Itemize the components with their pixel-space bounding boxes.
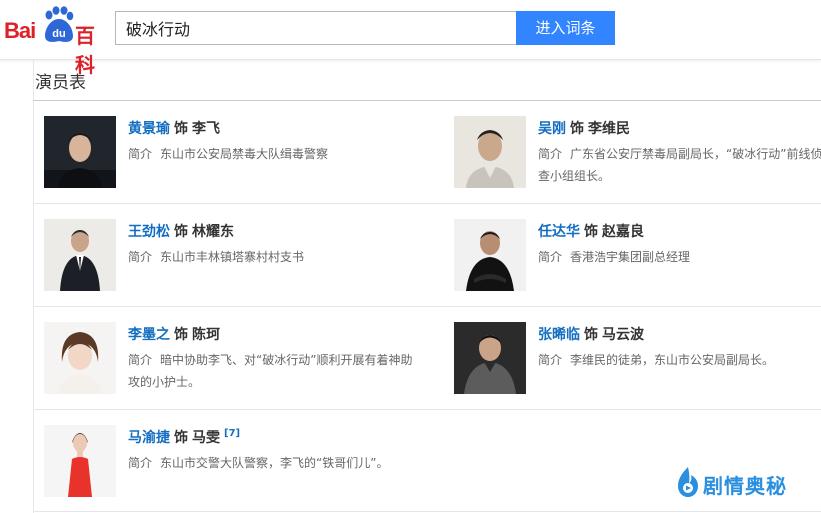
- actor-photo[interactable]: [44, 322, 116, 394]
- actor-card: 黄景瑜饰李飞 简介 东山市公安局禁毒大队缉毒警察: [44, 116, 414, 196]
- role-name: 赵嘉良: [602, 224, 644, 240]
- actor-card: 李墨之饰陈珂 简介 暗中协助李飞、对“破冰行动”顺利开展有着神助攻的小护士。: [44, 322, 414, 402]
- actor-card: 王劲松饰林耀东 简介 东山市丰林镇塔寨村村支书: [44, 219, 414, 299]
- row-divider: [33, 409, 821, 410]
- reference-link[interactable]: [7]: [224, 428, 240, 439]
- actor-description: 简介 东山市交警大队警察，李飞的“铁哥们儿”。: [128, 452, 418, 474]
- actor-description: 简介 李维民的徒弟，东山市公安局副局长。: [538, 349, 821, 371]
- actor-card: 马渝捷饰马雯 [7] 简介 东山市交警大队警察，李飞的“铁哥们儿”。: [44, 425, 414, 505]
- top-header: Bai du 百科 进入词条: [0, 0, 821, 77]
- watermark-text: 剧情奥秘: [703, 474, 787, 498]
- desc-text: 广东省公安厅禁毒局副局长，“破冰行动”前线侦查小组组长。: [538, 147, 821, 183]
- actor-name-line: 吴刚饰李维民: [538, 118, 630, 138]
- desc-label: 简介: [128, 147, 153, 161]
- section-divider: [33, 100, 821, 101]
- actor-photo[interactable]: [454, 116, 526, 188]
- desc-label: 简介: [128, 250, 153, 264]
- actor-description: 简介 广东省公安厅禁毒局副局长，“破冰行动”前线侦查小组组长。: [538, 143, 821, 187]
- desc-text: 东山市交警大队警察，李飞的“铁哥们儿”。: [160, 456, 389, 470]
- actor-name-line: 黄景瑜饰李飞: [128, 118, 220, 138]
- logo-bai-text: Bai: [4, 18, 36, 43]
- baidu-baike-logo[interactable]: Bai du 百科: [4, 6, 108, 77]
- desc-text: 香港浩宇集团副总经理: [570, 250, 691, 264]
- actor-card: 任达华饰赵嘉良 简介 香港浩宇集团副总经理: [454, 219, 821, 299]
- enter-entry-button[interactable]: 进入词条: [516, 11, 615, 45]
- desc-text: 李维民的徒弟，东山市公安局副局长。: [570, 353, 775, 367]
- actor-name-line: 任达华饰赵嘉良: [538, 221, 644, 241]
- desc-text: 东山市公安局禁毒大队缉毒警察: [160, 147, 329, 161]
- desc-label: 简介: [538, 353, 563, 367]
- actor-photo[interactable]: [454, 322, 526, 394]
- as-label: 饰: [584, 224, 598, 240]
- actor-name-link[interactable]: 黄景瑜: [128, 121, 170, 137]
- actor-description: 简介 东山市公安局禁毒大队缉毒警察: [128, 143, 418, 165]
- actor-card: 吴刚饰李维民 简介 广东省公安厅禁毒局副局长，“破冰行动”前线侦查小组组长。: [454, 116, 821, 196]
- actor-description: 简介 东山市丰林镇塔寨村村支书: [128, 246, 418, 268]
- as-label: 饰: [174, 430, 188, 446]
- row-divider: [33, 511, 821, 512]
- actor-name-link[interactable]: 马渝捷: [128, 430, 170, 446]
- logo-du-text: du: [52, 28, 65, 40]
- desc-label: 简介: [538, 250, 563, 264]
- desc-label: 简介: [538, 147, 563, 161]
- role-name: 马雯: [192, 430, 220, 446]
- actor-card: 张晞临饰马云波 简介 李维民的徒弟，东山市公安局副局长。: [454, 322, 821, 402]
- actor-name-line: 李墨之饰陈珂: [128, 324, 220, 344]
- search-input[interactable]: [115, 11, 516, 45]
- watermark-logo-icon: [678, 467, 698, 497]
- section-title: 演员表: [35, 73, 86, 93]
- actor-photo[interactable]: [454, 219, 526, 291]
- role-name: 李飞: [192, 121, 220, 137]
- actor-name-link[interactable]: 吴刚: [538, 121, 566, 137]
- actor-description: 简介 香港浩宇集团副总经理: [538, 246, 821, 268]
- actor-name-link[interactable]: 李墨之: [128, 327, 170, 343]
- actor-name-link[interactable]: 王劲松: [128, 224, 170, 240]
- as-label: 饰: [174, 327, 188, 343]
- actor-photo[interactable]: [44, 116, 116, 188]
- role-name: 马云波: [602, 327, 644, 343]
- as-label: 饰: [174, 121, 188, 137]
- actor-name-line: 马渝捷饰马雯 [7]: [128, 427, 240, 447]
- as-label: 饰: [584, 327, 598, 343]
- actor-name-link[interactable]: 张晞临: [538, 327, 580, 343]
- desc-label: 简介: [128, 353, 153, 367]
- left-border: [33, 60, 34, 513]
- row-divider: [33, 306, 821, 307]
- actor-name-line: 张晞临饰马云波: [538, 324, 644, 344]
- role-name: 李维民: [588, 121, 630, 137]
- desc-text: 暗中协助李飞、对“破冰行动”顺利开展有着神助攻的小护士。: [128, 353, 413, 389]
- desc-text: 东山市丰林镇塔寨村村支书: [160, 250, 305, 264]
- row-divider: [33, 203, 821, 204]
- actor-description: 简介 暗中协助李飞、对“破冰行动”顺利开展有着神助攻的小护士。: [128, 349, 418, 393]
- role-name: 陈珂: [192, 327, 220, 343]
- paw-icon: du: [45, 6, 74, 42]
- desc-label: 简介: [128, 456, 153, 470]
- as-label: 饰: [174, 224, 188, 240]
- actor-name-link[interactable]: 任达华: [538, 224, 580, 240]
- actor-photo[interactable]: [44, 425, 116, 497]
- actor-photo[interactable]: [44, 219, 116, 291]
- as-label: 饰: [570, 121, 584, 137]
- actor-name-line: 王劲松饰林耀东: [128, 221, 234, 241]
- role-name: 林耀东: [192, 224, 234, 240]
